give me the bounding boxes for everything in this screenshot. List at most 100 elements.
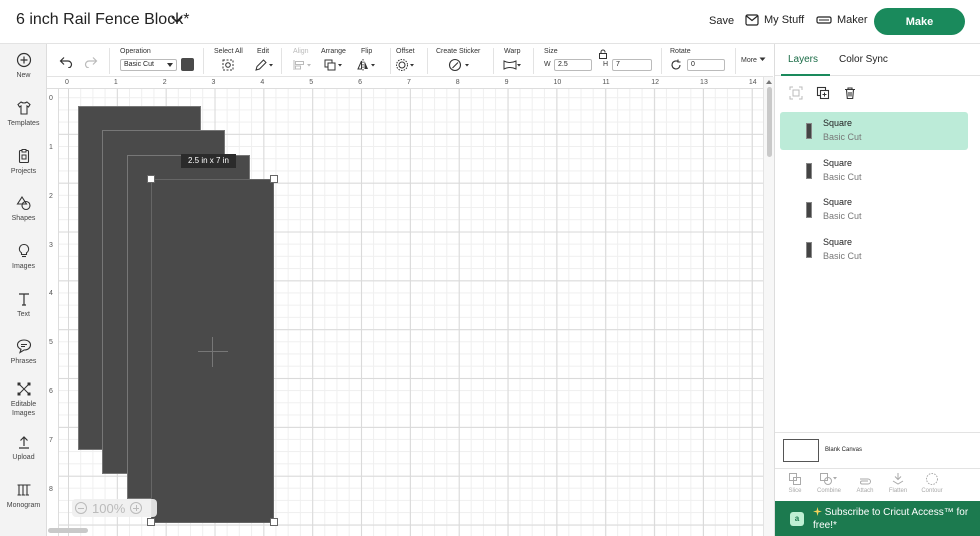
sticker-icon[interactable] xyxy=(448,58,472,72)
group-icon[interactable] xyxy=(789,86,803,100)
sidebar-item-images[interactable]: Images xyxy=(0,243,47,271)
ruler-tick-label: 12 xyxy=(651,79,659,86)
zoom-out-icon[interactable] xyxy=(75,502,87,514)
resize-handle-bottom-right[interactable] xyxy=(270,518,278,526)
rotate-icon[interactable] xyxy=(670,59,682,71)
resize-handle-top-left[interactable] xyxy=(147,175,155,183)
flatten-button[interactable]: Flatten xyxy=(881,472,915,494)
vertical-scrollbar[interactable] xyxy=(763,77,774,536)
layer-thumbnail xyxy=(806,163,812,179)
zoom-control: 100% xyxy=(72,499,157,517)
edit-toolbar: Operation Basic Cut Select All Edit Alig… xyxy=(47,44,773,77)
layer-row[interactable]: Square Basic Cut xyxy=(780,112,968,150)
operation-select[interactable]: Basic Cut xyxy=(120,59,177,71)
layer-thumbnail xyxy=(806,202,812,218)
flip-icon[interactable] xyxy=(356,58,378,72)
contour-icon xyxy=(926,473,938,485)
lightbulb-icon xyxy=(18,243,29,258)
zoom-in-icon[interactable] xyxy=(130,502,143,514)
redo-icon[interactable] xyxy=(84,56,98,68)
layer-operation: Basic Cut xyxy=(823,251,862,261)
operation-color-swatch[interactable] xyxy=(181,58,194,71)
lock-icon[interactable] xyxy=(598,49,608,59)
layer-row[interactable]: Square Basic Cut xyxy=(780,152,968,190)
resize-handle-top-right[interactable] xyxy=(270,175,278,183)
left-sidebar: New Templates Projects Shapes Images Tex… xyxy=(0,44,47,536)
editable-image-icon xyxy=(17,382,30,396)
toolbar-divider xyxy=(281,48,282,74)
sidebar-item-phrases[interactable]: Phrases xyxy=(0,338,47,366)
size-tooltip-text: 2.5 in x 7 in xyxy=(188,156,229,165)
trash-icon[interactable] xyxy=(843,86,857,100)
ruler-tick-label: 2 xyxy=(49,192,53,200)
tab-color-sync[interactable]: Color Sync xyxy=(839,54,888,65)
horizontal-scroll-thumb[interactable] xyxy=(48,528,88,533)
slice-icon xyxy=(789,473,801,485)
sidebar-item-templates[interactable]: Templates xyxy=(0,100,47,128)
my-stuff-button[interactable]: My Stuff xyxy=(745,14,804,26)
vertical-scroll-thumb[interactable] xyxy=(767,87,772,157)
clipboard-icon xyxy=(18,149,29,164)
sidebar-item-text[interactable]: Text xyxy=(0,291,47,319)
rotate-value: 0 xyxy=(691,61,695,68)
width-tag: W xyxy=(544,61,551,68)
speech-bubble-icon xyxy=(16,339,31,354)
project-title[interactable]: 6 inch Rail Fence Block* xyxy=(16,11,189,29)
layer-operation: Basic Cut xyxy=(823,211,862,221)
resize-handle-bottom-left[interactable] xyxy=(147,518,155,526)
size-label: Size xyxy=(544,48,558,55)
sidebar-item-editable-images[interactable]: Editable Images xyxy=(0,381,47,418)
blank-canvas-swatch[interactable] xyxy=(783,439,819,462)
width-input[interactable]: 2.5 xyxy=(554,59,592,71)
access-banner-message: Subscribe to Cricut Access™ for free!* xyxy=(813,507,969,531)
make-button[interactable]: Make xyxy=(874,8,965,35)
tab-layers[interactable]: Layers xyxy=(788,54,818,65)
layer-operation: Basic Cut xyxy=(823,132,862,142)
height-input[interactable]: 7 xyxy=(612,59,652,71)
sidebar-label-text: Text xyxy=(17,311,30,318)
select-all-icon[interactable] xyxy=(221,58,235,72)
toolbar-divider xyxy=(203,48,204,74)
more-button[interactable]: More xyxy=(741,57,766,64)
sidebar-item-monogram[interactable]: Monogram xyxy=(0,482,47,510)
toolbar-divider xyxy=(493,48,494,74)
bottom-tools: Slice Combine Attach Flatten Contour xyxy=(775,468,980,501)
layer-row[interactable]: Square Basic Cut xyxy=(780,191,968,229)
align-label: Align xyxy=(293,48,309,55)
caret-down-icon xyxy=(759,57,766,61)
design-canvas[interactable]: 2.5 in x 7 in 100% xyxy=(59,89,763,536)
maker-button[interactable]: Maker xyxy=(816,14,868,26)
arrange-icon[interactable] xyxy=(323,58,345,72)
ruler-tick-label: 0 xyxy=(49,95,53,102)
height-tag: H xyxy=(603,61,609,68)
offset-icon[interactable] xyxy=(395,58,417,72)
cricut-access-banner[interactable]: a Subscribe to Cricut Access™ for free!* xyxy=(775,501,980,536)
ruler-tick-label: 10 xyxy=(553,79,562,86)
warp-icon[interactable] xyxy=(502,59,524,71)
edit-pencil-icon[interactable] xyxy=(254,58,274,72)
duplicate-icon[interactable] xyxy=(816,86,830,100)
sidebar-item-new[interactable]: New xyxy=(0,52,47,80)
ruler-tick-label: 1 xyxy=(113,79,118,86)
slice-button[interactable]: Slice xyxy=(778,472,812,494)
contour-button[interactable]: Contour xyxy=(915,472,949,494)
undo-icon[interactable] xyxy=(59,56,73,68)
save-button[interactable]: Save xyxy=(709,15,734,27)
ruler-tick-label: 7 xyxy=(406,79,411,86)
sidebar-item-projects[interactable]: Projects xyxy=(0,148,47,176)
layer-row[interactable]: Square Basic Cut xyxy=(780,231,968,269)
sidebar-label-images: Images xyxy=(12,263,35,270)
dropdown-arrow-icon xyxy=(167,63,173,67)
sidebar-label-monogram: Monogram xyxy=(6,502,41,509)
sidebar-item-shapes[interactable]: Shapes xyxy=(0,195,47,223)
sidebar-item-upload[interactable]: Upload xyxy=(0,434,47,462)
rotate-input[interactable]: 0 xyxy=(687,59,725,71)
align-icon[interactable] xyxy=(292,58,314,72)
blank-canvas-row[interactable]: Blank Canvas xyxy=(775,432,980,468)
center-crosshair xyxy=(212,337,213,367)
combine-button[interactable]: Combine xyxy=(812,472,846,494)
chevron-down-icon[interactable] xyxy=(170,13,184,27)
text-t-icon xyxy=(18,293,29,306)
scroll-up-arrow-icon[interactable] xyxy=(766,80,772,84)
attach-button[interactable]: Attach xyxy=(848,472,882,494)
